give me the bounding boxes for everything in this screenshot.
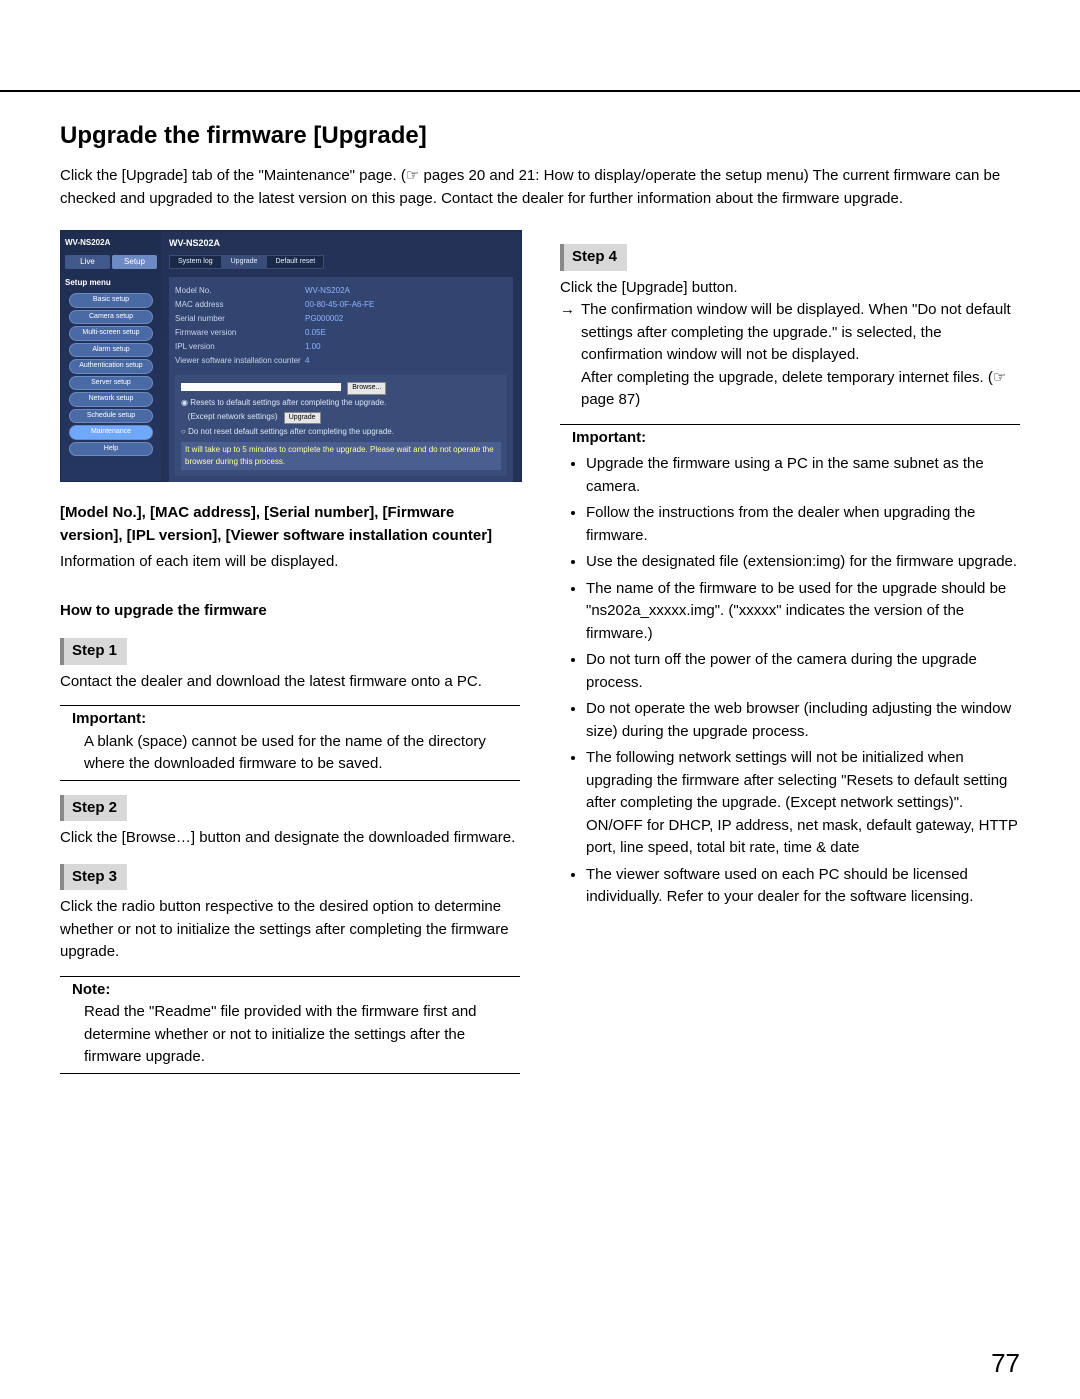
rule (560, 424, 1020, 425)
important-bullets: Upgrade the firmware using a PC in the s… (560, 453, 1020, 909)
rule (60, 1073, 520, 1074)
shot-warning: It will take up to 5 minutes to complete… (181, 442, 501, 470)
step2-label: Step 2 (60, 795, 127, 822)
list-item: Do not operate the web browser (includin… (586, 698, 1020, 743)
shot-v5: 4 (305, 355, 309, 367)
step2-text: Click the [Browse…] button and designate… (60, 827, 520, 850)
shot-side-9: Help (69, 442, 154, 457)
step4-label: Step 4 (560, 244, 627, 271)
shot-k2: Serial number (175, 313, 305, 325)
shot-menu-header: Setup menu (65, 277, 157, 289)
shot-tab-live: Live (65, 255, 110, 269)
shot-subtab-0: System log (169, 255, 222, 270)
intro-a: Click the [Upgrade] tab of the "Maintena… (60, 167, 406, 184)
shot-upgrade-btn: Upgrade (284, 412, 321, 425)
page-title: Upgrade the firmware [Upgrade] (60, 122, 1020, 150)
step1-label: Step 1 (60, 638, 127, 665)
list-item: The name of the firmware to be used for … (586, 578, 1020, 646)
shot-side-3: Alarm setup (69, 343, 154, 358)
shot-side-8: Maintenance (69, 425, 154, 440)
shot-k4: IPL version (175, 341, 305, 353)
important1-text: A blank (space) cannot be used for the n… (60, 731, 520, 776)
rule (60, 976, 520, 977)
shot-tab-setup: Setup (112, 255, 157, 269)
shot-v0: WV-NS202A (305, 285, 350, 297)
shot-brand: WV-NS202A (65, 237, 157, 249)
shot-browse-btn: Browse... (347, 382, 386, 395)
shot-subtab-1: Upgrade (222, 255, 267, 270)
shot-side-7: Schedule setup (69, 409, 154, 424)
shot-subtab-2: Default reset (266, 255, 324, 270)
pointer-icon: ☞ (993, 370, 1006, 386)
pointer-icon: ☞ (406, 168, 419, 184)
shot-k0: Model No. (175, 285, 305, 297)
rule (60, 705, 520, 706)
step4-text-c2: page 87) (581, 391, 640, 408)
top-rule (0, 90, 1080, 92)
shot-k3: Firmware version (175, 327, 305, 339)
shot-v1: 00-80-45-0F-A6-FE (305, 299, 374, 311)
shot-radio1: ◉ Resets to default settings after compl… (181, 397, 501, 409)
shot-radio2: (Except network settings) Upgrade (181, 411, 501, 425)
list-item: Use the designated file (extension:img) … (586, 551, 1020, 574)
step4-text-a: Click the [Upgrade] button. (560, 277, 1020, 300)
fields-heading: [Model No.], [MAC address], [Serial numb… (60, 502, 520, 547)
shot-v4: 1.00 (305, 341, 321, 353)
important1-label: Important: (60, 708, 520, 731)
shot-side-5: Server setup (69, 376, 154, 391)
list-item: The viewer software used on each PC shou… (586, 864, 1020, 909)
shot-side-4: Authentication setup (69, 359, 154, 374)
arrow-icon: → (560, 299, 581, 412)
note-label: Note: (60, 979, 520, 1002)
fields-text: Information of each item will be display… (60, 551, 520, 574)
shot-title: WV-NS202A (169, 237, 513, 251)
shot-v3: 0.05E (305, 327, 326, 339)
list-item: Do not turn off the power of the camera … (586, 649, 1020, 694)
step3-text: Click the radio button respective to the… (60, 896, 520, 964)
list-item: Upgrade the firmware using a PC in the s… (586, 453, 1020, 498)
shot-side-6: Network setup (69, 392, 154, 407)
note-text: Read the "Readme" file provided with the… (60, 1001, 520, 1069)
step3-label: Step 3 (60, 864, 127, 891)
list-item: The following network settings will not … (586, 747, 1020, 860)
intro-paragraph: Click the [Upgrade] tab of the "Maintena… (60, 165, 1020, 210)
page-number: 77 (991, 1348, 1020, 1379)
shot-side-2: Multi-screen setup (69, 326, 154, 341)
step1-text: Contact the dealer and download the late… (60, 671, 520, 694)
list-item: Follow the instructions from the dealer … (586, 502, 1020, 547)
step4-text-b: The confirmation window will be displaye… (581, 301, 1011, 363)
screenshot: WV-NS202A Live Setup Setup menu Basic se… (60, 230, 522, 482)
shot-side-1: Camera setup (69, 310, 154, 325)
shot-radio3: ○ Do not reset default settings after co… (181, 426, 501, 438)
shot-k5: Viewer software installation counter (175, 355, 305, 367)
left-column: WV-NS202A Live Setup Setup menu Basic se… (60, 230, 520, 1074)
step4-text-c1: After completing the upgrade, delete tem… (581, 369, 993, 386)
shot-v2: PG000002 (305, 313, 343, 325)
shot-side-0: Basic setup (69, 293, 154, 308)
important2-label: Important: (560, 427, 1020, 450)
howto-heading: How to upgrade the firmware (60, 600, 520, 623)
shot-k1: MAC address (175, 299, 305, 311)
right-column: Step 4 Click the [Upgrade] button. → The… (560, 230, 1020, 1074)
rule (60, 780, 520, 781)
shot-file-field (181, 383, 341, 391)
